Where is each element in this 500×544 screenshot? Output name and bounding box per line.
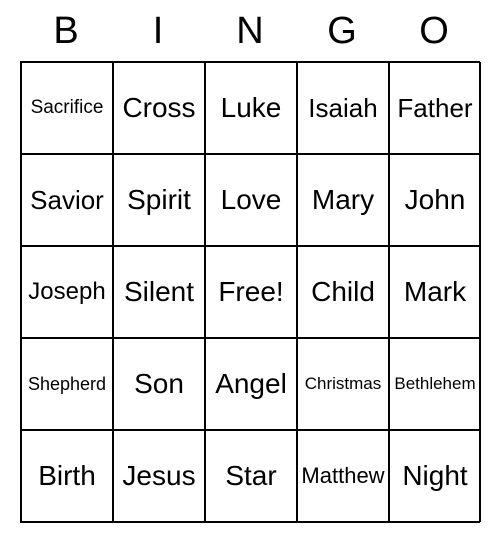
bingo-cell[interactable]: Luke xyxy=(205,62,297,154)
bingo-cell-label: Angel xyxy=(215,368,287,400)
bingo-cell[interactable]: Shepherd xyxy=(21,338,113,430)
bingo-cell-label: Night xyxy=(402,460,467,492)
bingo-cell[interactable]: Father xyxy=(389,62,481,154)
bingo-cell-label: Love xyxy=(221,184,282,216)
bingo-cell[interactable]: Christmas xyxy=(297,338,389,430)
bingo-cell-label: Mary xyxy=(312,184,374,216)
bingo-cell[interactable]: Sacrifice xyxy=(21,62,113,154)
bingo-cell-label: Shepherd xyxy=(28,374,106,395)
header-letter-n: N xyxy=(204,10,296,53)
bingo-header-row: B I N G O xyxy=(20,10,480,53)
bingo-cell-label: Birth xyxy=(38,460,96,492)
bingo-cell-label: Sacrifice xyxy=(31,97,104,119)
bingo-cell[interactable]: Mary xyxy=(297,154,389,246)
bingo-cell[interactable]: Isaiah xyxy=(297,62,389,154)
bingo-cell[interactable]: Cross xyxy=(113,62,205,154)
bingo-cell[interactable]: Birth xyxy=(21,430,113,522)
bingo-cell[interactable]: Spirit xyxy=(113,154,205,246)
bingo-cell-label: Father xyxy=(397,93,472,124)
bingo-cell[interactable]: Joseph xyxy=(21,246,113,338)
bingo-cell-label: Cross xyxy=(122,92,195,124)
header-letter-o: O xyxy=(388,10,480,53)
bingo-cell[interactable]: Love xyxy=(205,154,297,246)
bingo-cell[interactable]: John xyxy=(389,154,481,246)
bingo-cell-label: Spirit xyxy=(127,184,191,216)
bingo-cell-label: Jesus xyxy=(122,460,195,492)
bingo-cell-label: Bethlehem xyxy=(394,374,475,394)
bingo-cell-label: Savior xyxy=(30,185,104,216)
bingo-cell-label: Mark xyxy=(404,276,466,308)
bingo-cell[interactable]: Child xyxy=(297,246,389,338)
bingo-cell[interactable]: Night xyxy=(389,430,481,522)
bingo-cell[interactable]: Savior xyxy=(21,154,113,246)
bingo-cell[interactable]: Star xyxy=(205,430,297,522)
header-letter-g: G xyxy=(296,10,388,53)
bingo-grid: Sacrifice Cross Luke Isaiah Father Savior Spir… xyxy=(20,61,480,523)
bingo-cell-label: Star xyxy=(225,460,276,492)
bingo-cell[interactable]: Free! xyxy=(205,246,297,338)
header-letter-b: B xyxy=(20,10,112,53)
bingo-cell-label: John xyxy=(405,184,466,216)
bingo-cell[interactable]: Bethlehem xyxy=(389,338,481,430)
bingo-cell-label: Isaiah xyxy=(308,93,377,124)
bingo-cell[interactable]: Mark xyxy=(389,246,481,338)
bingo-cell-label: Son xyxy=(134,368,184,400)
header-letter-i: I xyxy=(112,10,204,53)
bingo-cell-label: Christmas xyxy=(305,374,382,394)
bingo-cell-label: Luke xyxy=(221,92,282,124)
bingo-cell-label: Free! xyxy=(218,276,283,308)
bingo-cell[interactable]: Son xyxy=(113,338,205,430)
bingo-cell[interactable]: Silent xyxy=(113,246,205,338)
bingo-cell-label: Matthew xyxy=(301,463,384,489)
bingo-cell-label: Child xyxy=(311,276,375,308)
bingo-cell-label: Joseph xyxy=(28,278,105,306)
bingo-cell-label: Silent xyxy=(124,276,194,308)
bingo-cell[interactable]: Angel xyxy=(205,338,297,430)
bingo-cell[interactable]: Jesus xyxy=(113,430,205,522)
bingo-cell[interactable]: Matthew xyxy=(297,430,389,522)
